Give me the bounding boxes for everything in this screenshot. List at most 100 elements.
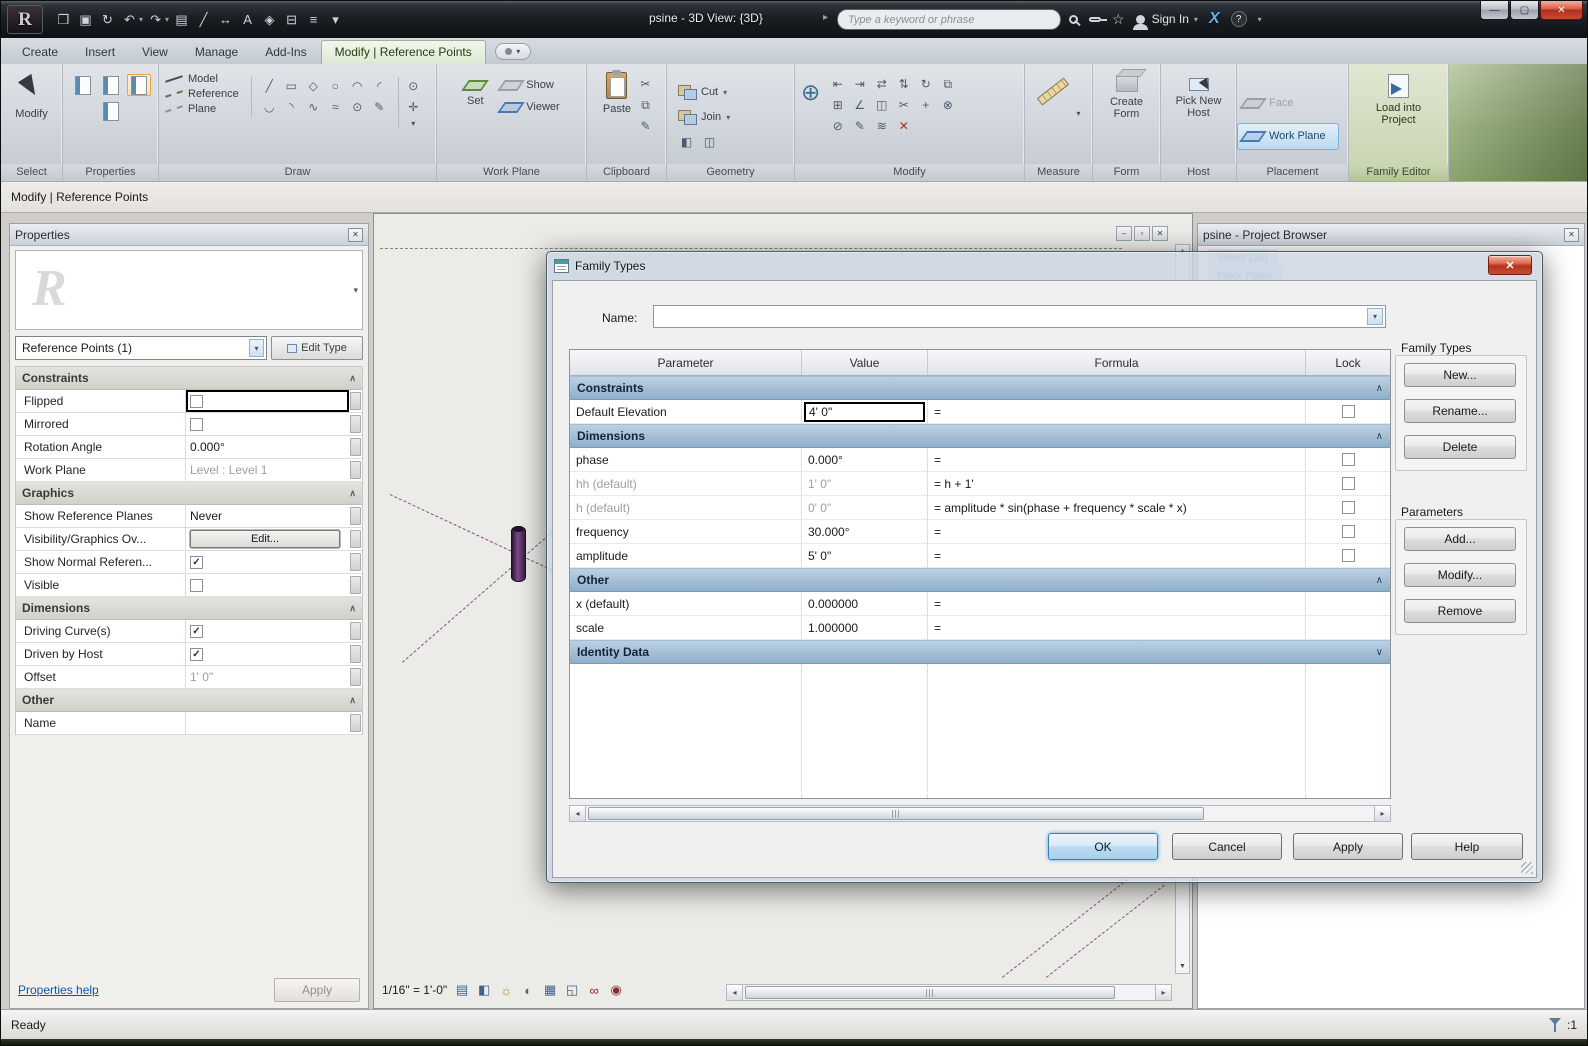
placement-work-plane-button[interactable]: Work Plane	[1237, 122, 1339, 150]
project-browser-header[interactable]: psine - Project Browser ✕	[1198, 224, 1584, 246]
collapse-icon[interactable]: ∧	[349, 488, 356, 499]
split-icon[interactable]: ✂	[894, 96, 913, 114]
point-element-tool-icon[interactable]: ⊙	[348, 98, 367, 116]
filter-icon[interactable]	[1548, 1018, 1561, 1032]
rectangle-tool-icon[interactable]: ▭	[282, 77, 301, 95]
mirror-axis-icon[interactable]: ⇄	[872, 75, 891, 93]
tab-insert[interactable]: Insert	[72, 41, 128, 64]
array-icon[interactable]: ⊞	[828, 96, 847, 114]
pick-lines-tool-icon[interactable]: ✎	[370, 98, 389, 116]
placement-face-button[interactable]: Face	[1237, 90, 1339, 117]
exchange-apps-icon[interactable]: X	[1209, 10, 1220, 28]
copy-to-clipboard-icon[interactable]: ⧉	[636, 96, 655, 114]
delete-button[interactable]: Delete	[1404, 435, 1516, 459]
create-form-button[interactable]: Create Form	[1099, 69, 1155, 123]
lock-checkbox[interactable]	[1341, 477, 1355, 490]
apply-button[interactable]: Apply	[1293, 833, 1403, 860]
center-arc-tool-icon[interactable]: ◝	[282, 98, 301, 116]
associate-parameter-button[interactable]	[350, 622, 361, 640]
name-combo[interactable]: ▾	[653, 305, 1386, 328]
scroll-down-icon[interactable]: ▼	[1179, 960, 1186, 973]
collapse-icon[interactable]: ∧	[1376, 383, 1383, 394]
parameter-value[interactable]: 4' 0"	[802, 400, 928, 423]
spline-tool-icon[interactable]: ∿	[304, 98, 323, 116]
tangent-arc-tool-icon[interactable]: ◜	[370, 77, 389, 95]
parameter-group-dimensions[interactable]: Dimensions ∧	[570, 424, 1390, 448]
modify-button[interactable]: Modify...	[1404, 563, 1516, 587]
circle-tool-icon[interactable]: ○	[326, 77, 345, 95]
associate-parameter-button[interactable]	[350, 438, 361, 456]
undo-icon[interactable]: ↶	[119, 9, 140, 30]
draw-plane-button[interactable]: Plane	[165, 103, 239, 115]
edit-button[interactable]: Edit...	[190, 530, 340, 548]
parameter-group-other[interactable]: Other ∧	[570, 568, 1390, 592]
tab-add-ins[interactable]: Add-Ins	[252, 41, 319, 64]
properties-help-link[interactable]: Properties help	[18, 983, 99, 997]
line-tool-icon[interactable]: ╱	[260, 77, 279, 95]
property-value[interactable]: ✓	[186, 620, 349, 642]
horizontal-scrollbar[interactable]: ◂ ▸	[726, 984, 1172, 1001]
parameter-formula[interactable]: =	[928, 448, 1306, 471]
associate-parameter-button[interactable]	[350, 415, 361, 433]
collapse-icon[interactable]: ∧	[349, 603, 356, 614]
parameter-formula[interactable]: = h + 1'	[928, 472, 1306, 495]
set-work-plane-button[interactable]: Set	[460, 69, 490, 110]
family-category-icon[interactable]	[99, 100, 123, 122]
help-icon[interactable]: ?	[1230, 11, 1247, 27]
reveal-hidden-icon[interactable]: ◉	[607, 981, 625, 999]
view-close-icon[interactable]: ✕	[1152, 226, 1168, 241]
project-browser-close-icon[interactable]: ✕	[1564, 227, 1579, 242]
dialog-scroll-right-icon[interactable]: ▸	[1374, 806, 1390, 821]
name-combo-dropdown-icon[interactable]: ▾	[1367, 308, 1383, 325]
redo-icon[interactable]: ↷	[145, 9, 166, 30]
tab-create[interactable]: Create	[9, 41, 71, 64]
property-value[interactable]: ✓	[186, 551, 349, 573]
draw-panel-dropdown-icon[interactable]: ▾	[411, 119, 415, 128]
dialog-titlebar[interactable]: Family Types ✕	[552, 252, 1537, 280]
rotate-icon[interactable]: ↻	[916, 75, 935, 93]
collapse-icon[interactable]: ∨	[1376, 647, 1383, 658]
properties-palette-icon[interactable]	[71, 74, 95, 96]
type-properties-icon[interactable]	[99, 74, 123, 96]
move-icon[interactable]: +	[916, 96, 935, 114]
close-button[interactable]: ✕	[1540, 1, 1583, 20]
measure-ruler-icon[interactable]	[1037, 77, 1070, 106]
associate-parameter-button[interactable]	[350, 645, 361, 663]
ok-button[interactable]: OK	[1048, 833, 1158, 860]
print-icon[interactable]: ▤	[171, 9, 192, 30]
minimize-button[interactable]: —	[1480, 1, 1509, 20]
cut-dropdown-icon[interactable]: ▾	[723, 88, 727, 97]
modify-tool-button[interactable]: Modify	[10, 69, 52, 123]
dialog-horizontal-scrollbar[interactable]: ◂ ▸	[569, 805, 1391, 822]
column-header-lock[interactable]: Lock	[1306, 350, 1390, 375]
scroll-left-icon[interactable]: ◂	[727, 985, 743, 1000]
load-into-project-button[interactable]: Load into Project	[1363, 69, 1435, 129]
dialog-scroll-grip[interactable]	[588, 807, 1204, 820]
fillet-arc-tool-icon[interactable]: ◡	[260, 98, 279, 116]
parameter-value[interactable]: 0.000°	[802, 448, 928, 471]
lock-checkbox[interactable]	[1341, 405, 1355, 418]
scroll-grip[interactable]	[745, 986, 1115, 999]
polygon-tool-icon[interactable]: ◇	[304, 77, 323, 95]
paint-geometry-icon[interactable]: ◧	[677, 133, 696, 151]
parameter-value[interactable]: 30.000°	[802, 520, 928, 543]
associate-parameter-button[interactable]	[350, 392, 361, 410]
aligned-dimension-icon[interactable]: ↔	[215, 9, 236, 30]
checkbox[interactable]	[190, 417, 203, 431]
lock-checkbox[interactable]	[1341, 501, 1355, 514]
join-geometry-button[interactable]: Join ▾	[675, 108, 733, 126]
arc-tool-icon[interactable]: ◠	[348, 77, 367, 95]
property-group-graphics[interactable]: Graphics ∧	[16, 482, 362, 505]
edit-type-button[interactable]: Edit Type	[271, 336, 363, 360]
subscription-key-icon[interactable]	[1089, 16, 1107, 22]
reference-point-element[interactable]	[511, 526, 526, 582]
scroll-right-icon[interactable]: ▸	[1155, 985, 1171, 1000]
property-value[interactable]: Never	[186, 505, 349, 527]
new-button[interactable]: New...	[1404, 363, 1516, 387]
checkbox[interactable]	[190, 578, 203, 592]
parameter-formula[interactable]: = amplitude * sin(phase + frequency * sc…	[928, 496, 1306, 519]
join-dropdown-icon[interactable]: ▾	[726, 113, 730, 122]
favorites-star-icon[interactable]: ☆	[1112, 11, 1125, 28]
parameter-formula[interactable]: =	[928, 616, 1306, 639]
view-restore-icon[interactable]: ▫	[1134, 226, 1150, 241]
